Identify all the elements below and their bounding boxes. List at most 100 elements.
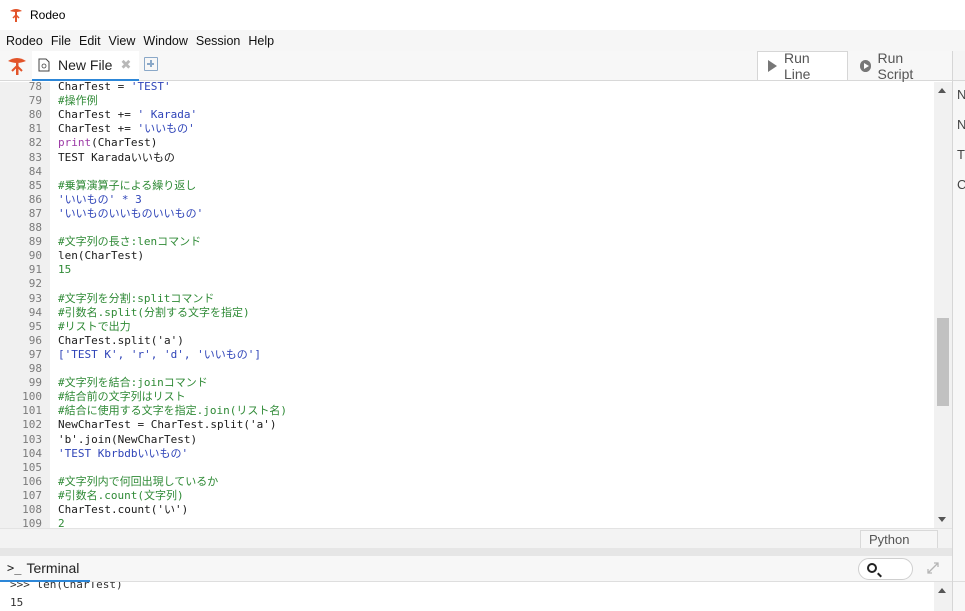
add-tab-icon[interactable]	[144, 57, 158, 71]
line-number: 94	[28, 305, 42, 319]
rodeo-logo-icon	[10, 9, 22, 22]
code-line: 82 print(CharTest)	[0, 136, 934, 150]
menu-edit[interactable]: Edit	[79, 34, 101, 48]
menu-view[interactable]: View	[109, 34, 136, 48]
code-line: 104 'TEST Kbrbdbいいもの'	[0, 447, 934, 461]
play-icon	[768, 60, 777, 72]
code-line: 95 #リストで出力	[0, 320, 934, 334]
close-icon[interactable]: ✖	[120, 58, 131, 73]
code-text: 'いいものいいものいいもの'	[58, 206, 204, 220]
line-number: 84	[28, 164, 42, 178]
code-line: 90 len(CharTest)	[0, 249, 934, 263]
code-text: CharTest += 'いいもの'	[58, 122, 195, 136]
terminal-line: 15	[10, 596, 24, 609]
code-line: 106 #文字列内で何回出現しているか	[0, 475, 934, 489]
scroll-thumb[interactable]	[937, 317, 949, 407]
menu-file[interactable]: File	[51, 34, 71, 48]
code-line: 101 #結合に使用する文字を指定.join(リスト名)	[0, 404, 934, 418]
tab-new-file[interactable]: New File ✖	[32, 51, 139, 81]
rodeo-logo-icon	[8, 58, 26, 75]
terminal-search-button[interactable]	[858, 558, 913, 580]
menu-bar: Rodeo File Edit View Window Session Help	[0, 30, 965, 51]
line-number: 106	[22, 474, 42, 488]
menu-window[interactable]: Window	[143, 34, 187, 48]
editor-tab-bar: New File ✖ Run Line Run Script	[0, 50, 952, 82]
menu-rodeo[interactable]: Rodeo	[6, 34, 43, 48]
line-number: 80	[28, 108, 42, 122]
code-text: #結合前の文字列はリスト	[58, 390, 186, 404]
right-panel-item[interactable]: N	[957, 87, 965, 102]
code-line: 79 #操作例	[0, 94, 934, 108]
right-panel-tab-bar	[953, 51, 965, 81]
code-line: 98	[0, 362, 934, 376]
expand-icon[interactable]	[926, 561, 940, 575]
code-text: #引数名.count(文字列)	[58, 488, 184, 502]
tab-terminal[interactable]: >_ Terminal	[0, 556, 90, 582]
code-text: #文字列を結合:joinコマンド	[58, 376, 208, 390]
code-line: 99 #文字列を結合:joinコマンド	[0, 376, 934, 390]
code-text: ['TEST K', 'r', 'd', 'いいもの']	[58, 347, 261, 361]
language-mode-badge[interactable]: Python	[860, 530, 938, 549]
code-text: CharTest.split('a')	[58, 333, 184, 347]
editor-scrollbar[interactable]	[934, 82, 952, 528]
code-line: 100 #結合前の文字列はリスト	[0, 390, 934, 404]
code-line: 94 #引数名.split(分割する文字を指定)	[0, 306, 934, 320]
code-text: #文字列を分割:splitコマンド	[58, 291, 215, 305]
line-number: 108	[22, 503, 42, 516]
code-line: 108 CharTest.count('い')	[0, 503, 934, 517]
code-line: 83 TEST Karadaいいもの	[0, 151, 934, 165]
terminal-pane: >_ Terminal >>> len(CharTest) 15	[0, 556, 952, 611]
right-panel-lower-tab-bar	[953, 556, 965, 582]
code-line: 109 2	[0, 517, 934, 528]
line-number: 103	[22, 432, 42, 446]
line-number: 78	[28, 82, 42, 93]
code-editor[interactable]: 78 CharTest = 'TEST' 79 #操作例 80 CharTest += '…	[0, 82, 934, 528]
scroll-up-icon[interactable]	[938, 588, 946, 593]
terminal-scrollbar[interactable]	[934, 582, 952, 611]
run-script-button[interactable]: Run Script	[850, 50, 950, 82]
code-line: 89 #文字列の長さ:lenコマンド	[0, 235, 934, 249]
line-number: 91	[28, 263, 42, 277]
python-file-icon	[38, 58, 50, 72]
code-text: CharTest += ' Karada'	[58, 108, 198, 122]
run-line-label: Run Line	[784, 50, 811, 82]
code-line: 105	[0, 461, 934, 475]
line-number: 97	[28, 347, 42, 361]
code-text: print(CharTest)	[58, 136, 158, 150]
code-text: 15	[58, 263, 72, 277]
editor-status-bar: Python	[0, 528, 952, 549]
line-number: 82	[28, 136, 42, 150]
terminal-output[interactable]: >>> len(CharTest) 15	[0, 582, 934, 611]
code-text: NewCharTest = CharTest.split('a')	[58, 418, 277, 432]
run-line-button[interactable]: Run Line	[757, 50, 848, 82]
code-line: 97 ['TEST K', 'r', 'd', 'いいもの']	[0, 348, 934, 362]
code-text: 'TEST Kbrbdbいいもの'	[58, 446, 189, 460]
code-line: 84	[0, 165, 934, 179]
code-line: 80 CharTest += ' Karada'	[0, 108, 934, 122]
code-line: 78 CharTest = 'TEST'	[0, 82, 934, 94]
right-panel-item[interactable]: T	[957, 147, 965, 162]
code-text: #引数名.split(分割する文字を指定)	[58, 305, 250, 319]
code-line: 85 #乗算演算子による繰り返し	[0, 179, 934, 193]
line-number: 100	[22, 390, 42, 404]
scroll-down-icon[interactable]	[938, 517, 946, 522]
scroll-up-icon[interactable]	[938, 88, 946, 93]
code-line: 107 #引数名.count(文字列)	[0, 489, 934, 503]
line-number: 109	[22, 517, 42, 528]
menu-help[interactable]: Help	[248, 34, 274, 48]
code-line: 103 'b'.join(NewCharTest)	[0, 433, 934, 447]
pane-divider[interactable]	[0, 548, 952, 556]
menu-session[interactable]: Session	[196, 34, 240, 48]
title-bar: Rodeo	[0, 0, 965, 30]
terminal-tab-bar: >_ Terminal	[0, 556, 952, 582]
line-number: 87	[28, 206, 42, 220]
right-panel-item[interactable]: N	[957, 117, 965, 132]
code-line: 88	[0, 221, 934, 235]
line-number: 95	[28, 319, 42, 333]
line-number: 89	[28, 235, 42, 249]
line-number: 86	[28, 192, 42, 206]
right-panel-item[interactable]: C	[957, 177, 965, 192]
play-circle-icon	[860, 59, 872, 72]
code-line: 102 NewCharTest = CharTest.split('a')	[0, 418, 934, 432]
line-number: 83	[28, 150, 42, 164]
